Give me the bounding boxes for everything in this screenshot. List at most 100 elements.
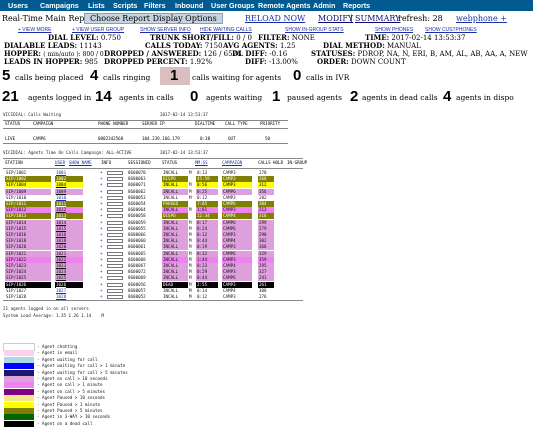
legend-swatch: [3, 343, 35, 351]
nav-item-campaigns[interactable]: Campaigns: [40, 0, 79, 11]
user-link[interactable]: 1004: [55, 182, 83, 189]
nav-item-filters[interactable]: Filters: [144, 0, 166, 11]
calls-cell: 327: [258, 269, 274, 276]
legend-label: - Agent in email: [37, 350, 78, 356]
info-monitor-icon[interactable]: [107, 288, 123, 293]
info-plus-icon[interactable]: +: [100, 170, 103, 176]
user-link[interactable]: 1022: [55, 256, 83, 263]
info-monitor-icon[interactable]: [107, 226, 123, 231]
user-link[interactable]: 1001: [55, 170, 83, 176]
campaign-cell: CAMP4: [222, 213, 252, 220]
user-link[interactable]: 1018: [55, 238, 83, 245]
session-id-cell: 8600058: [128, 213, 146, 219]
user-link[interactable]: 1014: [55, 219, 83, 226]
info-monitor-icon[interactable]: [107, 183, 123, 188]
session-id-cell: 8600062: [128, 188, 146, 194]
user-link[interactable]: 1002: [55, 176, 83, 183]
info-monitor-icon[interactable]: [107, 282, 123, 287]
show-in-group-stats-link[interactable]: SHOW IN-GROUP STATS: [285, 26, 344, 34]
info-monitor-icon[interactable]: [107, 251, 123, 256]
nav-item-admin[interactable]: Admin: [313, 0, 335, 11]
user-link[interactable]: 1020: [55, 244, 83, 251]
info-monitor-icon[interactable]: [107, 177, 123, 182]
nav-item-lists[interactable]: Lists: [88, 0, 105, 11]
user-link[interactable]: 1012: [55, 207, 83, 214]
nav-item-inbound[interactable]: Inbound: [175, 0, 203, 11]
webphone-link[interactable]: webphone +: [456, 13, 507, 25]
user-link[interactable]: 1011: [55, 201, 83, 207]
info-plus-icon[interactable]: +: [100, 244, 103, 250]
display-options-button[interactable]: Choose Report Display Options: [84, 13, 223, 24]
info-plus-icon[interactable]: +: [100, 238, 103, 244]
info-plus-icon[interactable]: +: [100, 257, 103, 263]
column-header-mmss[interactable]: MM:SS: [195, 160, 208, 166]
info-monitor-icon[interactable]: [107, 270, 123, 275]
info-plus-icon[interactable]: +: [100, 232, 103, 238]
info-plus-icon[interactable]: +: [100, 207, 103, 213]
user-link[interactable]: 1026: [55, 281, 83, 288]
user-link[interactable]: 1013: [55, 213, 83, 220]
info-plus-icon[interactable]: +: [100, 201, 103, 207]
info-plus-icon[interactable]: +: [100, 288, 103, 294]
column-header-user[interactable]: USER: [55, 160, 65, 166]
info-monitor-icon[interactable]: [107, 233, 123, 237]
user-link[interactable]: 1016: [55, 232, 83, 238]
user-link[interactable]: 1010: [55, 195, 83, 201]
info-monitor-icon[interactable]: [107, 257, 123, 262]
info-plus-icon[interactable]: +: [100, 251, 103, 257]
agents-logged-in-footer: 21 agents logged in on all servers: [3, 306, 89, 311]
show-customphones-link[interactable]: SHOW CUSTPHONES: [425, 26, 477, 34]
summary-link[interactable]: SUMMARY: [355, 13, 400, 25]
user-link[interactable]: 1009: [55, 188, 83, 195]
nav-item-reports[interactable]: Reports: [343, 0, 370, 11]
info-monitor-icon[interactable]: [107, 245, 123, 250]
calls-waiting-label: calls waiting for agents: [192, 73, 282, 82]
info-monitor-icon[interactable]: [107, 214, 123, 219]
info-monitor-icon[interactable]: [107, 239, 123, 244]
user-link[interactable]: 1024: [55, 269, 83, 276]
info-monitor-icon[interactable]: [107, 202, 123, 206]
info-plus-icon[interactable]: +: [100, 182, 103, 188]
info-plus-icon[interactable]: +: [100, 226, 103, 232]
view-more-link[interactable]: + VIEW MORE: [18, 26, 51, 34]
agent-row: SIP/1018 1018 8600060 INCALL M 0:44 CAMP4 302 +: [4, 238, 284, 245]
info-plus-icon[interactable]: +: [100, 275, 103, 281]
info-plus-icon[interactable]: +: [100, 269, 103, 275]
info-plus-icon[interactable]: +: [100, 195, 103, 201]
info-monitor-icon[interactable]: [107, 208, 123, 213]
nav-item-remote-agents[interactable]: Remote Agents: [258, 0, 310, 11]
info-plus-icon[interactable]: +: [100, 176, 103, 182]
time-cell: 1:01: [196, 207, 218, 214]
info-plus-icon[interactable]: +: [100, 282, 103, 288]
time-cell: 0:44: [196, 238, 218, 245]
time-cell: 0:23: [196, 263, 218, 269]
user-link[interactable]: 1015: [55, 225, 83, 232]
info-monitor-icon[interactable]: [107, 220, 123, 225]
agent-row: SIP/1012 1012 8600064 INCALL M 1:01 CAMP3 213 +: [4, 207, 284, 214]
info-plus-icon[interactable]: +: [100, 263, 103, 269]
user-link[interactable]: 1023: [55, 263, 83, 269]
info-monitor-icon[interactable]: [107, 295, 123, 299]
reload-now-link[interactable]: RELOAD NOW: [245, 13, 305, 25]
info-plus-icon[interactable]: +: [100, 189, 103, 195]
info-monitor-icon[interactable]: [107, 195, 123, 200]
info-monitor-icon[interactable]: [107, 276, 123, 281]
column-header-status: STATUS: [162, 160, 178, 165]
user-link[interactable]: 1021: [55, 250, 83, 257]
user-link[interactable]: 1027: [55, 288, 83, 294]
nav-item-users[interactable]: Users: [8, 0, 28, 11]
nav-item-user-groups[interactable]: User Groups: [211, 0, 255, 11]
column-header-campaign[interactable]: CAMPAIGN: [222, 160, 242, 166]
user-link[interactable]: 1025: [55, 275, 83, 282]
info-monitor-icon[interactable]: [107, 189, 123, 194]
info-plus-icon[interactable]: +: [100, 213, 103, 219]
info-plus-icon[interactable]: +: [100, 220, 103, 226]
column-header-status: STATUS: [5, 121, 21, 126]
nav-item-scripts[interactable]: Scripts: [113, 0, 137, 11]
separator-bar: |: [350, 14, 353, 23]
agent-row: SIP/1009 1009 8600062 INCALL M 0:25 CAMP6 356 +: [4, 188, 284, 195]
info-monitor-icon[interactable]: [107, 264, 123, 268]
info-monitor-icon[interactable]: [107, 171, 123, 175]
column-header-show-name[interactable]: SHOW NAME: [69, 160, 92, 166]
modify-link[interactable]: MODIFY: [318, 13, 353, 25]
